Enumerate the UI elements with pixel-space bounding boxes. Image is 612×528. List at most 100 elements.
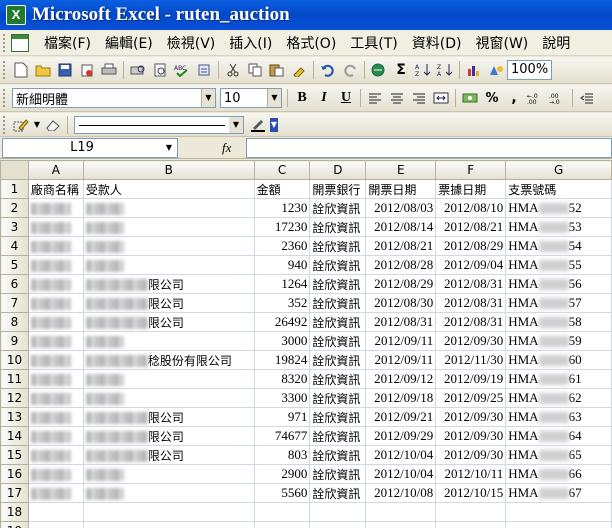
cell-bank[interactable]: 詮欣資訊 bbox=[309, 369, 367, 389]
cell-due-date[interactable]: 2012/09/30 bbox=[435, 445, 507, 465]
cell-payee[interactable]: 稔股份有限公司 bbox=[82, 350, 255, 370]
chevron-down-icon[interactable]: ▼ bbox=[267, 89, 281, 107]
cell-header-bank[interactable]: 開票銀行 bbox=[309, 179, 367, 199]
cell-check-number[interactable]: HMA 57 bbox=[505, 293, 612, 313]
cell-vendor[interactable] bbox=[27, 293, 84, 313]
font-name-select[interactable]: 新細明體 ▼ bbox=[12, 88, 216, 108]
cell-payee[interactable] bbox=[82, 464, 255, 484]
cell-amount[interactable]: 19824 bbox=[253, 350, 311, 370]
cell-issue-date[interactable]: 2012/10/04 bbox=[365, 464, 437, 484]
line-style-select[interactable]: ▼ bbox=[74, 115, 244, 134]
cell-due-date[interactable]: 2012/09/30 bbox=[435, 426, 507, 446]
row-header[interactable]: 4 bbox=[0, 236, 29, 256]
empty-cell[interactable] bbox=[505, 521, 612, 528]
cell-header-issue-date[interactable]: 開票日期 bbox=[365, 179, 437, 199]
column-header-e[interactable]: E bbox=[365, 160, 437, 180]
cell-issue-date[interactable]: 2012/08/21 bbox=[365, 236, 437, 256]
cell-check-number[interactable]: HMA 64 bbox=[505, 426, 612, 446]
chevron-down-icon[interactable]: ▼ bbox=[201, 89, 215, 107]
currency-icon[interactable] bbox=[460, 88, 480, 108]
cell-amount[interactable]: 1230 bbox=[253, 198, 311, 218]
preview-icon[interactable] bbox=[150, 60, 170, 80]
hyperlink-icon[interactable] bbox=[369, 60, 389, 80]
cell-issue-date[interactable]: 2012/09/18 bbox=[365, 388, 437, 408]
merge-center-icon[interactable] bbox=[431, 88, 451, 108]
menu-data[interactable]: 資料(D) bbox=[405, 33, 469, 53]
empty-cell[interactable] bbox=[27, 521, 84, 528]
cell-vendor[interactable] bbox=[27, 236, 84, 256]
toolbar-grip[interactable] bbox=[3, 89, 7, 107]
cell-check-number[interactable]: HMA 62 bbox=[505, 388, 612, 408]
row-header[interactable]: 8 bbox=[0, 312, 29, 332]
decrease-indent-icon[interactable] bbox=[577, 88, 597, 108]
column-header-b[interactable]: B bbox=[82, 160, 255, 180]
cell-amount[interactable]: 8320 bbox=[253, 369, 311, 389]
cell-check-number[interactable]: HMA 66 bbox=[505, 464, 612, 484]
comma-button[interactable]: , bbox=[504, 88, 524, 108]
cell-payee[interactable] bbox=[82, 198, 255, 218]
cell-header-amount[interactable]: 金額 bbox=[253, 179, 311, 199]
cell-due-date[interactable]: 2012/08/31 bbox=[435, 274, 507, 294]
cell-check-number[interactable]: HMA 59 bbox=[505, 331, 612, 351]
cell-vendor[interactable] bbox=[27, 426, 84, 446]
drawing-icon[interactable] bbox=[486, 60, 506, 80]
row-header[interactable]: 10 bbox=[0, 350, 29, 370]
cell-bank[interactable]: 詮欣資訊 bbox=[309, 464, 367, 484]
empty-cell[interactable] bbox=[309, 502, 367, 522]
empty-cell[interactable] bbox=[505, 502, 612, 522]
row-header[interactable]: 18 bbox=[0, 502, 29, 522]
cell-amount[interactable]: 352 bbox=[253, 293, 311, 313]
row-header[interactable]: 15 bbox=[0, 445, 29, 465]
row-header[interactable]: 16 bbox=[0, 464, 29, 484]
format-painter-icon[interactable] bbox=[289, 60, 309, 80]
row-header[interactable]: 9 bbox=[0, 331, 29, 351]
cell-payee[interactable]: 限公司 bbox=[82, 293, 255, 313]
cell-bank[interactable]: 詮欣資訊 bbox=[309, 426, 367, 446]
menu-file[interactable]: 檔案(F) bbox=[37, 33, 98, 53]
cell-issue-date[interactable]: 2012/08/03 bbox=[365, 198, 437, 218]
align-right-icon[interactable] bbox=[409, 88, 429, 108]
formula-input[interactable] bbox=[246, 137, 612, 158]
cell-amount[interactable]: 803 bbox=[253, 445, 311, 465]
cut-icon[interactable] bbox=[223, 60, 243, 80]
cell-due-date[interactable]: 2012/09/30 bbox=[435, 331, 507, 351]
menu-window[interactable]: 視窗(W) bbox=[469, 33, 536, 53]
increase-decimal-icon[interactable]: ←.0.00 bbox=[526, 88, 546, 108]
new-icon[interactable] bbox=[11, 60, 31, 80]
cell-issue-date[interactable]: 2012/10/04 bbox=[365, 445, 437, 465]
cell-vendor[interactable] bbox=[27, 255, 84, 275]
cell-amount[interactable]: 971 bbox=[253, 407, 311, 427]
cell-payee[interactable] bbox=[82, 236, 255, 256]
cell-payee[interactable] bbox=[82, 255, 255, 275]
cell-issue-date[interactable]: 2012/08/28 bbox=[365, 255, 437, 275]
workbook-icon[interactable] bbox=[11, 33, 29, 52]
cell-amount[interactable]: 17230 bbox=[253, 217, 311, 237]
cell-vendor[interactable] bbox=[27, 274, 84, 294]
save-icon[interactable] bbox=[55, 60, 75, 80]
cell-payee[interactable]: 限公司 bbox=[82, 274, 255, 294]
cell-header-payee[interactable]: 受款人 bbox=[82, 179, 255, 199]
zoom-box[interactable]: 100% bbox=[507, 60, 553, 80]
cell-amount[interactable]: 2900 bbox=[253, 464, 311, 484]
cell-amount[interactable]: 3000 bbox=[253, 331, 311, 351]
cell-vendor[interactable] bbox=[27, 217, 84, 237]
cell-vendor[interactable] bbox=[27, 388, 84, 408]
cell-due-date[interactable]: 2012/09/04 bbox=[435, 255, 507, 275]
cell-amount[interactable]: 1264 bbox=[253, 274, 311, 294]
empty-cell[interactable] bbox=[309, 521, 367, 528]
row-header[interactable]: 1 bbox=[0, 179, 29, 199]
cell-amount[interactable]: 74677 bbox=[253, 426, 311, 446]
cell-vendor[interactable] bbox=[27, 445, 84, 465]
chart-wizard-icon[interactable] bbox=[464, 60, 484, 80]
chevron-down-icon[interactable]: ▼ bbox=[33, 115, 41, 135]
cell-vendor[interactable] bbox=[27, 464, 84, 484]
cell-vendor[interactable] bbox=[27, 312, 84, 332]
cell-vendor[interactable] bbox=[27, 350, 84, 370]
select-all-corner[interactable] bbox=[0, 160, 29, 180]
cell-issue-date[interactable]: 2012/09/11 bbox=[365, 331, 437, 351]
cell-due-date[interactable]: 2012/09/19 bbox=[435, 369, 507, 389]
menu-view[interactable]: 檢視(V) bbox=[160, 33, 223, 53]
empty-cell[interactable] bbox=[365, 521, 437, 528]
menu-grip[interactable] bbox=[3, 33, 7, 52]
cell-check-number[interactable]: HMA 55 bbox=[505, 255, 612, 275]
